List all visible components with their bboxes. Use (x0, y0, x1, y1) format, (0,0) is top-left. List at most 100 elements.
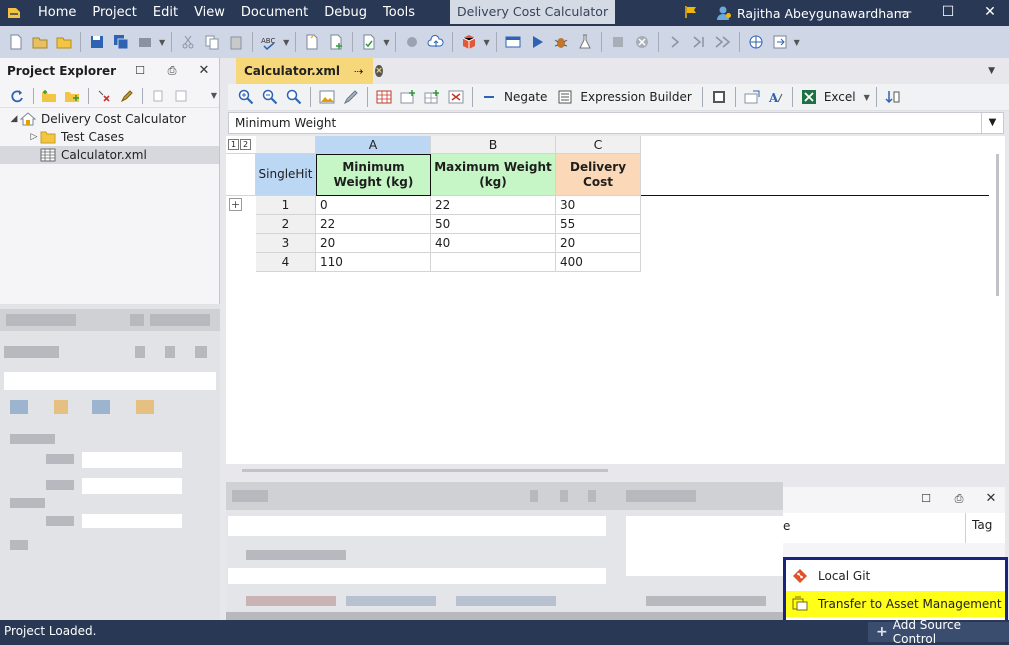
fast-forward-icon[interactable] (712, 31, 734, 53)
excel-button[interactable]: Excel (824, 90, 856, 104)
table-cell[interactable] (431, 253, 556, 272)
expression-builder-button[interactable]: Expression Builder (580, 90, 691, 104)
horizontal-scrollbar[interactable] (242, 469, 608, 472)
debug-icon[interactable] (550, 31, 572, 53)
collapsed-arrow-icon[interactable]: ▷ (28, 132, 40, 142)
menu-edit[interactable]: Edit (145, 0, 186, 26)
new-document-icon[interactable] (301, 31, 323, 53)
level-2-button[interactable]: 2 (240, 139, 251, 150)
web-service-icon[interactable] (745, 31, 767, 53)
save-all-icon[interactable] (110, 31, 132, 53)
export-icon[interactable] (769, 31, 791, 53)
package-icon[interactable] (458, 31, 480, 53)
pin-icon[interactable]: ⎙ (950, 490, 968, 508)
deploy-icon[interactable] (401, 31, 423, 53)
table-cell[interactable]: 30 (556, 196, 641, 215)
duplicate-icon[interactable] (148, 85, 169, 107)
cloud-upload-icon[interactable] (425, 31, 447, 53)
menu-debug[interactable]: Debug (316, 0, 375, 26)
open-folder-icon[interactable] (53, 31, 75, 53)
chevron-down-icon[interactable]: ▼ (383, 38, 389, 47)
expression-builder-icon[interactable] (554, 86, 576, 108)
chevron-down-icon[interactable]: ▼ (864, 93, 870, 102)
menu-document[interactable]: Document (233, 0, 316, 26)
close-window-button[interactable]: ✕ (970, 0, 1009, 26)
menu-home[interactable]: Home (30, 0, 84, 26)
close-panel-icon[interactable]: ✕ (195, 62, 213, 80)
chevron-down-icon[interactable]: ▼ (483, 38, 489, 47)
close-tab-icon[interactable]: × (375, 65, 383, 77)
new-file-icon[interactable] (5, 31, 27, 53)
delete-icon[interactable] (93, 85, 114, 107)
table-cell[interactable]: 50 (431, 215, 556, 234)
zoom-out-icon[interactable] (259, 86, 281, 108)
table-cell[interactable]: 110 (316, 253, 431, 272)
flag-icon[interactable] (684, 5, 698, 19)
tab-overflow-icon[interactable]: ▼ (988, 66, 995, 76)
close-panel-icon[interactable]: ✕ (982, 490, 1000, 508)
console-icon[interactable] (502, 31, 524, 53)
table-properties-icon[interactable] (708, 86, 730, 108)
tree-item-test-cases[interactable]: ▷ Test Cases (0, 128, 219, 146)
table-cell[interactable]: 20 (556, 234, 641, 253)
table-cell[interactable]: 20 (316, 234, 431, 253)
run-icon[interactable] (526, 31, 548, 53)
column-header-tag[interactable]: Tag (965, 513, 992, 543)
add-document-icon[interactable] (325, 31, 347, 53)
import-icon[interactable] (171, 85, 192, 107)
chevron-down-icon[interactable]: ▼ (981, 113, 1003, 133)
add-condition-icon[interactable] (421, 86, 443, 108)
action-header-delivery-cost[interactable]: Delivery Cost (556, 154, 641, 196)
table-cell[interactable]: 55 (556, 215, 641, 234)
menu-item-local-git[interactable]: Local Git (786, 563, 1005, 589)
add-folder-icon[interactable] (62, 85, 83, 107)
sort-icon[interactable] (882, 86, 904, 108)
paste-icon[interactable] (225, 31, 247, 53)
table-cell[interactable]: 400 (556, 253, 641, 272)
chevron-down-icon[interactable]: ▼ (159, 38, 165, 47)
pin-icon[interactable]: ⇢ (354, 65, 363, 78)
chevron-down-icon[interactable]: ▼ (794, 38, 800, 47)
image-icon[interactable] (316, 86, 338, 108)
test-flask-icon[interactable] (574, 31, 596, 53)
save-icon[interactable] (86, 31, 108, 53)
table-cell[interactable]: 40 (431, 234, 556, 253)
menu-item-transfer-to-asset-management[interactable]: Transfer to Asset Management (786, 591, 1005, 617)
chevron-down-icon[interactable]: ▼ (283, 38, 289, 47)
hit-policy-cell[interactable]: SingleHit (256, 154, 316, 196)
step-end-icon[interactable] (688, 31, 710, 53)
negate-icon[interactable] (478, 86, 500, 108)
new-project-icon[interactable] (29, 31, 51, 53)
tab-calculator-xml[interactable]: Calculator.xml ⇢ × (236, 58, 383, 84)
menu-tools[interactable]: Tools (375, 0, 423, 26)
publish-icon[interactable] (134, 31, 156, 53)
condition-header-max-weight[interactable]: Maximum Weight (kg) (431, 154, 556, 196)
minimize-button[interactable]: — (885, 0, 925, 26)
validate-icon[interactable] (358, 31, 380, 53)
copy-icon[interactable] (201, 31, 223, 53)
spellcheck-icon[interactable]: ABC (258, 31, 280, 53)
tree-item-calculator-xml[interactable]: Calculator.xml (0, 146, 219, 164)
negate-button[interactable]: Negate (504, 90, 547, 104)
row-number[interactable]: 1 (256, 196, 316, 215)
expanded-arrow-icon[interactable]: ◢ (8, 114, 20, 124)
column-header-c[interactable]: C (556, 136, 641, 154)
table-cell[interactable]: 22 (431, 196, 556, 215)
stop-icon[interactable] (607, 31, 629, 53)
tree-item-project[interactable]: ◢ Delivery Cost Calculator (0, 110, 219, 128)
step-over-icon[interactable] (664, 31, 686, 53)
insert-column-icon[interactable] (397, 86, 419, 108)
chevron-down-icon[interactable]: ▼ (211, 91, 217, 100)
column-header-a[interactable]: A (316, 136, 431, 154)
maximize-button[interactable]: ☐ (928, 0, 968, 26)
new-folder-icon[interactable] (39, 85, 60, 107)
row-number[interactable]: 4 (256, 253, 316, 272)
rename-icon[interactable] (116, 85, 137, 107)
menu-project[interactable]: Project (84, 0, 144, 26)
column-header-b[interactable]: B (431, 136, 556, 154)
table-cell[interactable]: 22 (316, 215, 431, 234)
menu-view[interactable]: View (186, 0, 233, 26)
restore-panel-icon[interactable]: ☐ (917, 490, 935, 508)
excel-icon[interactable] (798, 86, 820, 108)
expand-plus-icon[interactable]: + (229, 198, 242, 211)
